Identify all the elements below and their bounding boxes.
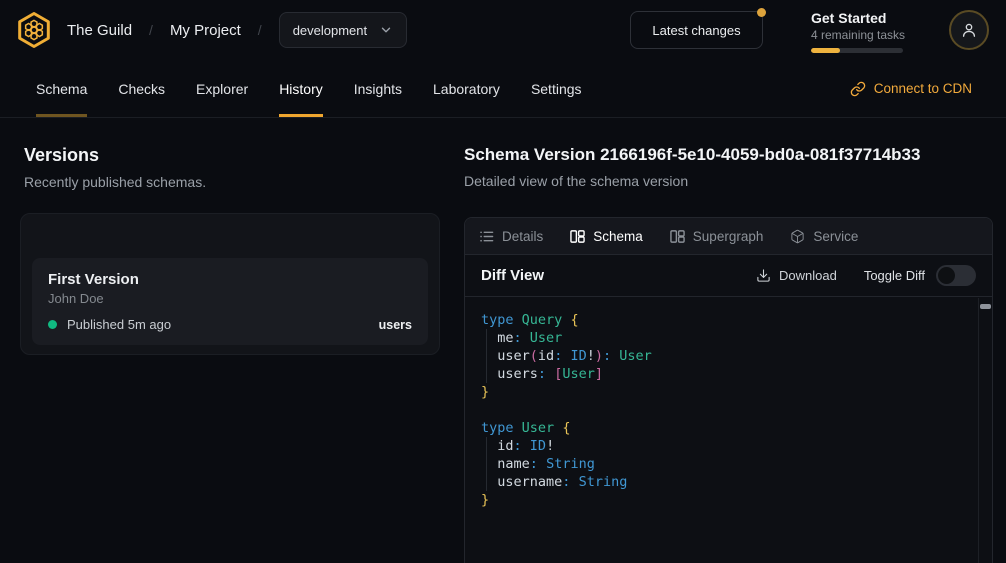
version-list-item[interactable]: First Version John Doe Published 5m ago … [32, 258, 428, 345]
hive-logo[interactable] [14, 10, 54, 50]
breadcrumb-separator: / [149, 22, 153, 38]
diff-toolbar: Diff View Download Toggle Diff [465, 255, 992, 297]
code-scrollbar-thumb[interactable] [980, 304, 991, 309]
breadcrumb-project[interactable]: My Project [170, 22, 241, 39]
version-meta: Published 5m ago users [48, 317, 412, 332]
code-line: } [481, 383, 976, 401]
latest-changes-button[interactable]: Latest changes [630, 11, 763, 49]
top-header: The Guild / My Project / development Lat… [0, 0, 1006, 60]
breadcrumb-org[interactable]: The Guild [67, 22, 132, 39]
get-started-progressbar [811, 48, 903, 53]
latest-changes-label: Latest changes [652, 23, 740, 38]
tab-supergraph[interactable]: Supergraph [670, 229, 764, 244]
toggle-diff-label: Toggle Diff [864, 268, 925, 283]
detail-tab-bar: Details Schema Supergr [465, 218, 992, 255]
versions-header: Versions Recently published schemas. [24, 145, 206, 190]
published-status-dot [48, 320, 57, 329]
get-started-title: Get Started [811, 10, 905, 27]
version-detail-panel: Details Schema Supergr [464, 217, 993, 563]
tab-service-label: Service [813, 229, 858, 244]
tab-details[interactable]: Details [479, 229, 543, 244]
version-author: John Doe [48, 291, 412, 306]
breadcrumb-separator: / [258, 22, 262, 38]
tab-checks[interactable]: Checks [118, 60, 165, 117]
link-icon [850, 81, 866, 97]
download-icon [756, 268, 771, 283]
code-line: type User { [481, 419, 976, 437]
indent-guide [486, 329, 487, 383]
progress-fill [811, 48, 840, 53]
connect-to-cdn-button[interactable]: Connect to CDN [850, 60, 972, 117]
code-line: users: [User] [481, 365, 976, 383]
code-line: me: User [481, 329, 976, 347]
columns-icon [670, 229, 685, 244]
download-label: Download [779, 268, 837, 283]
toggle-diff-knob [938, 267, 955, 284]
notification-dot [757, 8, 766, 17]
user-avatar[interactable] [949, 10, 989, 50]
code-line [481, 401, 976, 419]
version-name: First Version [48, 271, 412, 288]
chevron-down-icon [379, 23, 393, 37]
user-icon [959, 20, 979, 40]
get-started-subtitle: 4 remaining tasks [811, 28, 905, 43]
code-line: user(id: ID!): User [481, 347, 976, 365]
target-selector[interactable]: development [279, 12, 407, 48]
code-line: id: ID! [481, 437, 976, 455]
version-detail-subtitle: Detailed view of the schema version [464, 173, 920, 189]
cube-icon [790, 229, 805, 244]
main-content: Versions Recently published schemas. Fir… [0, 118, 1006, 563]
hive-app: The Guild / My Project / development Lat… [0, 0, 1006, 563]
connect-to-cdn-label: Connect to CDN [874, 81, 972, 96]
tab-schema-view-label: Schema [593, 229, 643, 244]
toggle-diff-switch[interactable] [936, 265, 976, 286]
service-badge: users [379, 318, 412, 332]
tab-schema[interactable]: Schema [36, 60, 87, 117]
tab-schema-view[interactable]: Schema [570, 229, 643, 244]
published-status-text: Published 5m ago [67, 317, 171, 332]
tab-service[interactable]: Service [790, 229, 858, 244]
tab-insights[interactable]: Insights [354, 60, 402, 117]
code-scrollbar[interactable] [978, 298, 992, 563]
version-detail-header: Schema Version 2166196f-5e10-4059-bd0a-0… [464, 145, 920, 189]
indent-guide [486, 437, 487, 491]
diff-view-title: Diff View [481, 267, 544, 284]
tab-supergraph-label: Supergraph [693, 229, 764, 244]
versions-list: First Version John Doe Published 5m ago … [20, 213, 440, 355]
code-line: name: String [481, 455, 976, 473]
tab-details-label: Details [502, 229, 543, 244]
code-line: } [481, 491, 976, 509]
tab-explorer[interactable]: Explorer [196, 60, 248, 117]
tab-settings[interactable]: Settings [531, 60, 582, 117]
code-line: type Query { [481, 311, 976, 329]
columns-icon [570, 229, 585, 244]
get-started-widget[interactable]: Get Started 4 remaining tasks [811, 10, 905, 53]
list-icon [479, 229, 494, 244]
version-detail-title: Schema Version 2166196f-5e10-4059-bd0a-0… [464, 145, 920, 165]
schema-code-viewer[interactable]: type Query { me: User user(id: ID!): Use… [465, 298, 992, 563]
tab-laboratory[interactable]: Laboratory [433, 60, 500, 117]
target-selector-value: development [293, 23, 367, 38]
code-line: username: String [481, 473, 976, 491]
tab-history[interactable]: History [279, 60, 323, 117]
download-button[interactable]: Download [756, 268, 837, 283]
breadcrumb: The Guild / My Project / development [67, 12, 407, 48]
versions-subtitle: Recently published schemas. [24, 174, 206, 190]
code-block: type Query { me: User user(id: ID!): Use… [481, 311, 976, 509]
hive-logo-icon [14, 10, 54, 50]
target-nav: Schema Checks Explorer History Insights … [0, 60, 1006, 118]
versions-title: Versions [24, 145, 206, 166]
